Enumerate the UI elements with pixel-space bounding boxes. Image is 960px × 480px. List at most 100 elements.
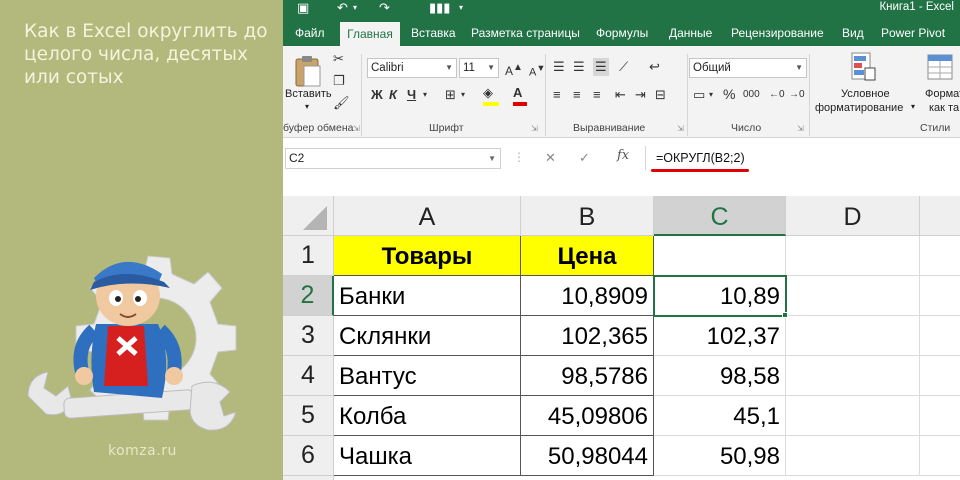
qat-customize-icon[interactable]: ▾ xyxy=(459,0,463,16)
column-header-e[interactable] xyxy=(920,196,960,236)
row-header-1[interactable]: 1 xyxy=(283,236,334,276)
row-header-3[interactable]: 3 xyxy=(283,316,334,356)
italic-button[interactable]: К xyxy=(389,86,397,104)
format-painter-icon[interactable]: 🖌 xyxy=(333,94,350,112)
undo-dropdown-icon[interactable]: ▾ xyxy=(353,0,357,16)
cell-d5[interactable] xyxy=(786,396,920,436)
column-header-c[interactable]: C xyxy=(654,196,786,236)
cell-d1[interactable] xyxy=(786,236,920,276)
cell-d4[interactable] xyxy=(786,356,920,396)
cancel-icon[interactable]: ✕ xyxy=(545,150,556,166)
column-header-a[interactable]: A xyxy=(334,196,521,236)
align-top-icon[interactable]: ☰ xyxy=(553,58,565,76)
cell-a4[interactable]: Вантус xyxy=(334,356,521,396)
increase-decimal-icon[interactable]: ←0 xyxy=(769,86,785,104)
cell-a2[interactable]: Банки xyxy=(334,276,521,316)
select-all-button[interactable] xyxy=(283,196,334,236)
font-color-icon[interactable]: A xyxy=(513,84,527,106)
number-launcher-icon[interactable]: ⇲ xyxy=(797,124,804,133)
column-header-b[interactable]: B xyxy=(521,196,654,236)
tab-insert[interactable]: Вставка xyxy=(411,18,456,46)
wrap-text-icon[interactable]: ↩ xyxy=(649,58,660,76)
conditional-formatting-button[interactable]: Условное форматирование ▾ xyxy=(813,50,923,116)
save-icon[interactable]: ▣ xyxy=(297,0,309,16)
column-header-d[interactable]: D xyxy=(786,196,920,236)
decrease-font-icon[interactable]: A▼ xyxy=(529,59,545,82)
cell-e5[interactable] xyxy=(920,396,960,436)
font-size-select[interactable]: 11 ▼ xyxy=(459,58,499,78)
decrease-indent-icon[interactable]: ⇤ xyxy=(615,86,626,104)
align-left-icon[interactable]: ≡ xyxy=(553,86,561,104)
tab-review[interactable]: Рецензирование xyxy=(731,18,824,46)
cell-a5[interactable]: Колба xyxy=(334,396,521,436)
bold-button[interactable]: Ж xyxy=(371,86,383,104)
font-name-select[interactable]: Calibri ▼ xyxy=(367,58,457,78)
row-header-5[interactable]: 5 xyxy=(283,396,334,436)
cell-d2[interactable] xyxy=(786,276,920,316)
fill-color-icon[interactable]: ◈ xyxy=(483,84,499,106)
cell-e3[interactable] xyxy=(920,316,960,356)
tab-page-layout[interactable]: Разметка страницы xyxy=(471,18,580,46)
clipboard-launcher-icon[interactable]: ⇲ xyxy=(353,124,360,133)
cell-c5[interactable]: 45,1 xyxy=(654,396,786,436)
tab-power-pivot[interactable]: Power Pivot xyxy=(881,18,945,46)
cell-c2[interactable]: 10,89 xyxy=(654,276,786,316)
cell-a1[interactable]: Товары xyxy=(334,236,521,276)
insert-function-icon[interactable]: fx xyxy=(617,148,629,163)
format-as-table-button[interactable]: Формати как та xyxy=(923,50,960,116)
copy-icon[interactable]: ❐ xyxy=(333,72,345,90)
cell-d6[interactable] xyxy=(786,436,920,476)
cell-b2[interactable]: 10,8909 xyxy=(521,276,654,316)
align-right-icon[interactable]: ≡ xyxy=(593,86,601,104)
cell-b1[interactable]: Цена xyxy=(521,236,654,276)
borders-dropdown-icon[interactable]: ▾ xyxy=(461,86,465,104)
cell-c3[interactable]: 102,37 xyxy=(654,316,786,356)
align-bottom-icon[interactable]: ☰ xyxy=(593,58,609,76)
row-header-4[interactable]: 4 xyxy=(283,356,334,396)
cell-b3[interactable]: 102,365 xyxy=(521,316,654,356)
tab-file[interactable]: Файл xyxy=(295,18,325,46)
cell-b4[interactable]: 98,5786 xyxy=(521,356,654,396)
name-box[interactable]: C2 ▼ xyxy=(285,148,501,169)
cell-e2[interactable] xyxy=(920,276,960,316)
orientation-icon[interactable]: ⟋ xyxy=(619,58,628,76)
font-launcher-icon[interactable]: ⇲ xyxy=(531,124,538,133)
merge-center-icon[interactable]: ⊟ xyxy=(655,86,666,104)
accounting-format-icon[interactable]: ▭ xyxy=(693,86,705,104)
cell-a6[interactable]: Чашка xyxy=(334,436,521,476)
redo-icon[interactable]: ↷ xyxy=(379,0,390,16)
increase-indent-icon[interactable]: ⇥ xyxy=(635,86,646,104)
row-header-6[interactable]: 6 xyxy=(283,436,334,476)
paste-button[interactable]: Вставить ▾ xyxy=(285,50,332,116)
underline-dropdown-icon[interactable]: ▾ xyxy=(423,86,427,104)
tab-formulas[interactable]: Формулы xyxy=(596,18,648,46)
undo-icon[interactable]: ↶ xyxy=(337,0,348,16)
thousands-button[interactable]: 000 xyxy=(743,86,760,104)
cell-e4[interactable] xyxy=(920,356,960,396)
cut-icon[interactable]: ✂ xyxy=(333,50,344,68)
cell-c1[interactable] xyxy=(654,236,786,276)
enter-icon[interactable]: ✓ xyxy=(579,150,590,166)
formula-input[interactable]: =ОКРУГЛ(B2;2) xyxy=(645,146,960,170)
cell-b6[interactable]: 50,98044 xyxy=(521,436,654,476)
cell-a3[interactable]: Склянки xyxy=(334,316,521,356)
accounting-dropdown-icon[interactable]: ▾ xyxy=(709,86,713,104)
cell-e6[interactable] xyxy=(920,436,960,476)
decrease-decimal-icon[interactable]: →0 xyxy=(789,86,805,104)
percent-button[interactable]: % xyxy=(723,85,735,103)
tab-data[interactable]: Данные xyxy=(669,18,712,46)
align-center-icon[interactable]: ≡ xyxy=(573,86,581,104)
chart-icon[interactable]: ▮▮▮ xyxy=(429,0,450,16)
cell-b5[interactable]: 45,09806 xyxy=(521,396,654,436)
row-header-7[interactable] xyxy=(283,476,334,480)
underline-button[interactable]: Ч xyxy=(407,86,416,104)
cell-d3[interactable] xyxy=(786,316,920,356)
fill-handle[interactable] xyxy=(782,312,788,318)
cell-c6[interactable]: 50,98 xyxy=(654,436,786,476)
borders-icon[interactable]: ⊞ xyxy=(445,86,456,104)
alignment-launcher-icon[interactable]: ⇲ xyxy=(677,124,684,133)
tab-home[interactable]: Главная xyxy=(340,22,400,46)
align-middle-icon[interactable]: ☰ xyxy=(573,58,585,76)
increase-font-icon[interactable]: A▲ xyxy=(505,59,523,80)
number-format-select[interactable]: Общий ▼ xyxy=(689,58,807,78)
